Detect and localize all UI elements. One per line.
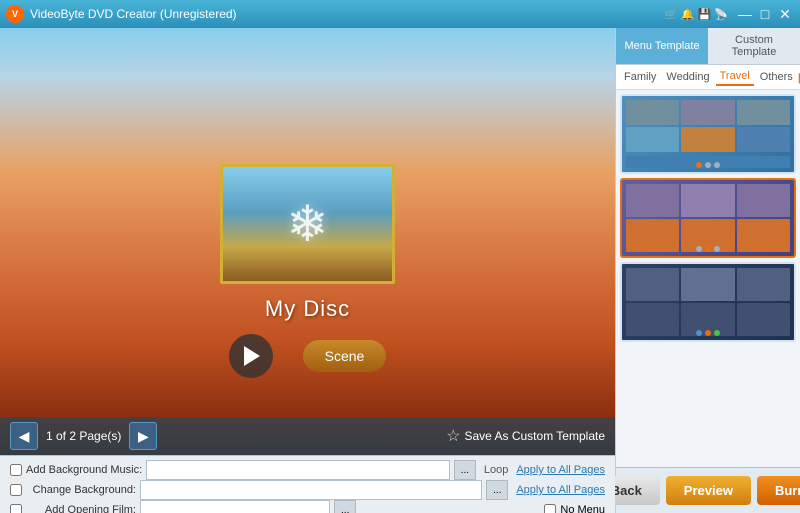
opening-film-row: Add Opening Film: ... No Menu xyxy=(10,500,605,513)
opening-film-label: Add Opening Film: xyxy=(26,504,136,513)
change-bg-label: Change Background: xyxy=(26,484,136,496)
page-indicator: 1 of 2 Page(s) xyxy=(46,429,121,443)
change-bg-input[interactable] xyxy=(140,480,482,500)
titlebar-controls: 🛒 🔔 💾 📡 — □ ✕ xyxy=(664,5,794,23)
app-title: VideoByte DVD Creator (Unregistered) xyxy=(30,7,237,21)
close-button[interactable]: ✕ xyxy=(776,5,794,23)
change-bg-row: Change Background: ... Apply to All Page… xyxy=(10,480,605,500)
scene-button[interactable]: Scene xyxy=(303,340,387,372)
template-list xyxy=(616,90,800,467)
bottom-toolbar: Add Background Music: ... Loop Apply to … xyxy=(0,455,615,513)
nav-right: ☆ Save As Custom Template xyxy=(446,426,605,446)
no-menu-label: No Menu xyxy=(560,504,605,513)
star-icon: ☆ xyxy=(446,426,460,446)
category-tabs: Family Wedding Travel Others ▶ xyxy=(616,65,800,90)
cat-travel[interactable]: Travel xyxy=(716,68,754,86)
template-tabs: Menu Template Custom Template xyxy=(616,28,800,65)
opening-film-checkbox[interactable] xyxy=(10,504,22,513)
apply-all-pages-2[interactable]: Apply to All Pages xyxy=(516,484,605,496)
disc-preview: ❄ My Disc Scene xyxy=(220,164,395,378)
loop-label: Loop xyxy=(484,464,508,476)
main-container: ❄ My Disc Scene ◀ 1 of 2 Page(s) ▶ ☆ xyxy=(0,28,800,513)
save-template-button[interactable]: ☆ Save As Custom Template xyxy=(446,426,605,446)
cat-wedding[interactable]: Wedding xyxy=(662,69,713,85)
snowflake-icon: ❄ xyxy=(287,195,329,253)
titlebar-left: V VideoByte DVD Creator (Unregistered) xyxy=(6,5,237,23)
bg-music-label: Add Background Music: xyxy=(26,464,142,476)
change-bg-checkbox[interactable] xyxy=(10,484,22,496)
apply-all-pages-1[interactable]: Apply to All Pages xyxy=(516,464,605,476)
play-icon xyxy=(244,346,260,366)
custom-template-tab[interactable]: Custom Template xyxy=(708,28,800,64)
cat-others[interactable]: Others xyxy=(756,69,797,85)
navigation-bar: ◀ 1 of 2 Page(s) ▶ ☆ Save As Custom Temp… xyxy=(0,417,615,455)
prev-page-button[interactable]: ◀ xyxy=(10,422,38,450)
opening-film-browse-button[interactable]: ... xyxy=(334,500,356,513)
menu-template-tab[interactable]: Menu Template xyxy=(616,28,708,64)
disc-image: ❄ xyxy=(220,164,395,284)
no-menu-checkbox[interactable] xyxy=(544,504,556,513)
disc-buttons: Scene xyxy=(229,334,387,378)
minimize-button[interactable]: — xyxy=(736,5,754,23)
burn-button[interactable]: Burn xyxy=(757,476,800,505)
bg-music-browse-button[interactable]: ... xyxy=(454,460,476,480)
save-template-label: Save As Custom Template xyxy=(464,429,605,443)
preview-button[interactable]: Preview xyxy=(666,476,751,505)
template-item[interactable] xyxy=(620,178,796,258)
bg-music-checkbox[interactable] xyxy=(10,464,22,476)
opening-film-input[interactable] xyxy=(140,500,330,513)
template-item[interactable] xyxy=(620,94,796,174)
change-bg-browse-button[interactable]: ... xyxy=(486,480,508,500)
preview-area: ❄ My Disc Scene ◀ 1 of 2 Page(s) ▶ ☆ xyxy=(0,28,615,513)
bg-music-row: Add Background Music: ... Loop Apply to … xyxy=(10,460,605,480)
bottom-buttons-bar: Back Preview Burn xyxy=(616,467,800,513)
disc-title: My Disc xyxy=(265,296,350,322)
maximize-button[interactable]: □ xyxy=(756,5,774,23)
nav-left: ◀ 1 of 2 Page(s) ▶ xyxy=(10,422,157,450)
titlebar: V VideoByte DVD Creator (Unregistered) 🛒… xyxy=(0,0,800,28)
play-button[interactable] xyxy=(229,334,273,378)
next-page-button[interactable]: ▶ xyxy=(129,422,157,450)
bg-music-input[interactable] xyxy=(146,460,450,480)
no-menu-container: No Menu xyxy=(544,504,605,513)
app-logo: V xyxy=(6,5,24,23)
action-buttons: Back Preview Burn xyxy=(628,476,788,505)
cat-family[interactable]: Family xyxy=(620,69,660,85)
right-panel: Menu Template Custom Template Family Wed… xyxy=(615,28,800,513)
template-item[interactable] xyxy=(620,262,796,342)
